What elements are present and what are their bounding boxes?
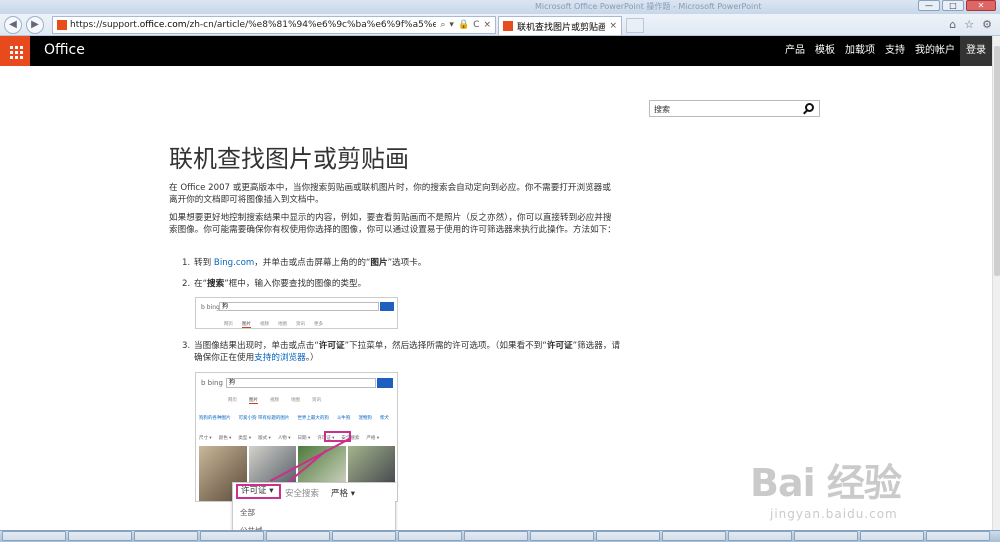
office-header: Office 产品 模板 加载项 支持 我的帐户 登录 <box>0 36 992 66</box>
bing-logo: b bing <box>201 304 220 311</box>
taskbar-item[interactable] <box>926 531 990 541</box>
favorites-icon[interactable]: ☆ <box>964 18 974 31</box>
office-favicon-icon <box>503 21 513 31</box>
nav-my-account[interactable]: 我的帐户 <box>910 36 960 66</box>
window-title: Microsoft Office PowerPoint 操作题 - Micros… <box>535 2 762 11</box>
page-title: 联机查找图片或剪贴画 <box>169 145 409 173</box>
taskbar-item[interactable] <box>662 531 726 541</box>
browser-tab[interactable]: 联机查找图片或剪贴画 - O... × <box>498 16 622 35</box>
bing-tabs: 网页 图片 视频 地图 资讯 更多 <box>224 322 323 328</box>
tab-close-icon[interactable]: × <box>605 21 621 31</box>
bing-search-button <box>380 302 394 311</box>
office-favicon-icon <box>57 20 67 30</box>
vertical-scrollbar[interactable] <box>992 36 1000 530</box>
address-url[interactable]: https://support.office.com/zh-cn/article… <box>70 20 436 30</box>
taskbar-item[interactable] <box>794 531 858 541</box>
nav-products[interactable]: 产品 <box>780 36 810 66</box>
license-option-all: 全部 <box>240 508 255 517</box>
sign-in-button[interactable]: 登录 <box>960 36 992 66</box>
browser-toolbar: ◀ ▶ https://support.office.com/zh-cn/art… <box>0 14 1000 36</box>
taskbar-item[interactable] <box>134 531 198 541</box>
taskbar-item[interactable] <box>200 531 264 541</box>
nav-addins[interactable]: 加载项 <box>840 36 880 66</box>
strict-filter: 严格 ▾ <box>331 489 355 499</box>
taskbar-item[interactable] <box>68 531 132 541</box>
gear-icon[interactable]: ⚙ <box>982 18 992 31</box>
taskbar-item[interactable] <box>596 531 660 541</box>
taskbar-item[interactable] <box>332 531 396 541</box>
taskbar-item[interactable] <box>464 531 528 541</box>
app-launcher-icon[interactable] <box>0 36 30 66</box>
taskbar-item[interactable] <box>2 531 66 541</box>
search-placeholder: 搜索 <box>654 105 670 114</box>
taskbar-item[interactable] <box>530 531 594 541</box>
taskbar-item[interactable] <box>860 531 924 541</box>
refresh-icon[interactable]: C <box>473 20 479 30</box>
bing-search-screenshot: b bing 狗 网页 图片 视频 地图 资讯 更多 <box>195 297 398 329</box>
new-tab-button[interactable] <box>626 18 644 33</box>
stop-icon[interactable]: × <box>483 20 491 30</box>
forward-button[interactable]: ▶ <box>26 16 44 34</box>
bing-link[interactable]: Bing.com <box>214 258 254 268</box>
baidu-watermark: Bai 经验 jingyan.baidu.com <box>750 461 902 521</box>
filter-bar: 尺寸 ▾ 颜色 ▾ 类型 ▾ 版式 ▾ 人物 ▾ 日期 ▾ 许可证 ▾ 安全搜索 严格 ▾ <box>199 436 380 441</box>
tab-title: 联机查找图片或剪贴画 - O... <box>517 22 606 33</box>
bing-query: 狗 <box>219 302 379 311</box>
lock-icon[interactable]: 🔒 <box>458 20 469 30</box>
method-paragraph: 如果想要更好地控制搜索结果中显示的内容，例如，要查看剪贴画而不是照片（反之亦然）… <box>169 213 616 235</box>
maximize-button[interactable]: □ <box>942 0 964 11</box>
window-titlebar: Microsoft Office PowerPoint 操作题 - Micros… <box>0 0 1000 14</box>
related-searches: 狗狗的各种图片 可爱小狗 带有标题的图片 世界上最大的狗 斗牛狗 宠物狗 柴犬 <box>199 416 389 421</box>
back-button[interactable]: ◀ <box>4 16 22 34</box>
taskbar-item[interactable] <box>398 531 462 541</box>
search-input[interactable]: 搜索 <box>649 100 820 117</box>
bing-logo: b bing <box>201 379 223 387</box>
search-icon[interactable]: ⌕ <box>440 20 445 30</box>
license-filter: 许可证 ▾ <box>236 484 281 499</box>
safe-search-filter: 安全搜索 <box>285 489 320 499</box>
dropdown-icon[interactable]: ▾ <box>449 20 454 30</box>
taskbar-item[interactable] <box>266 531 330 541</box>
nav-support[interactable]: 支持 <box>880 36 910 66</box>
bing-tabs: 网页 图片 视频 地图 资讯 <box>228 398 321 404</box>
nav-templates[interactable]: 模板 <box>810 36 840 66</box>
browser-tools: ⌂ ☆ ⚙ <box>949 18 992 31</box>
bing-search-button <box>377 378 393 388</box>
taskbar-item[interactable] <box>728 531 792 541</box>
taskbar <box>0 530 1000 542</box>
office-nav: 产品 模板 加载项 支持 我的帐户 登录 <box>780 36 992 66</box>
bing-query: 狗 <box>226 378 376 388</box>
close-window-button[interactable]: ✕ <box>966 0 996 11</box>
supported-browsers-link[interactable]: 支持的浏览器 <box>254 353 306 363</box>
home-icon[interactable]: ⌂ <box>949 18 956 31</box>
minimize-button[interactable]: — <box>918 0 940 11</box>
office-logo[interactable]: Office <box>44 42 85 58</box>
search-icon[interactable] <box>805 103 814 112</box>
window-controls: — □ ✕ <box>918 0 996 11</box>
address-bar[interactable]: https://support.office.com/zh-cn/article… <box>52 16 496 34</box>
address-actions: ⌕ ▾ 🔒 C × <box>436 20 495 30</box>
intro-paragraph: 在 Office 2007 或更高版本中，当你搜索剪贴画或联机图片时，你的搜索会… <box>169 183 611 205</box>
scrollbar-thumb[interactable] <box>994 46 1000 276</box>
